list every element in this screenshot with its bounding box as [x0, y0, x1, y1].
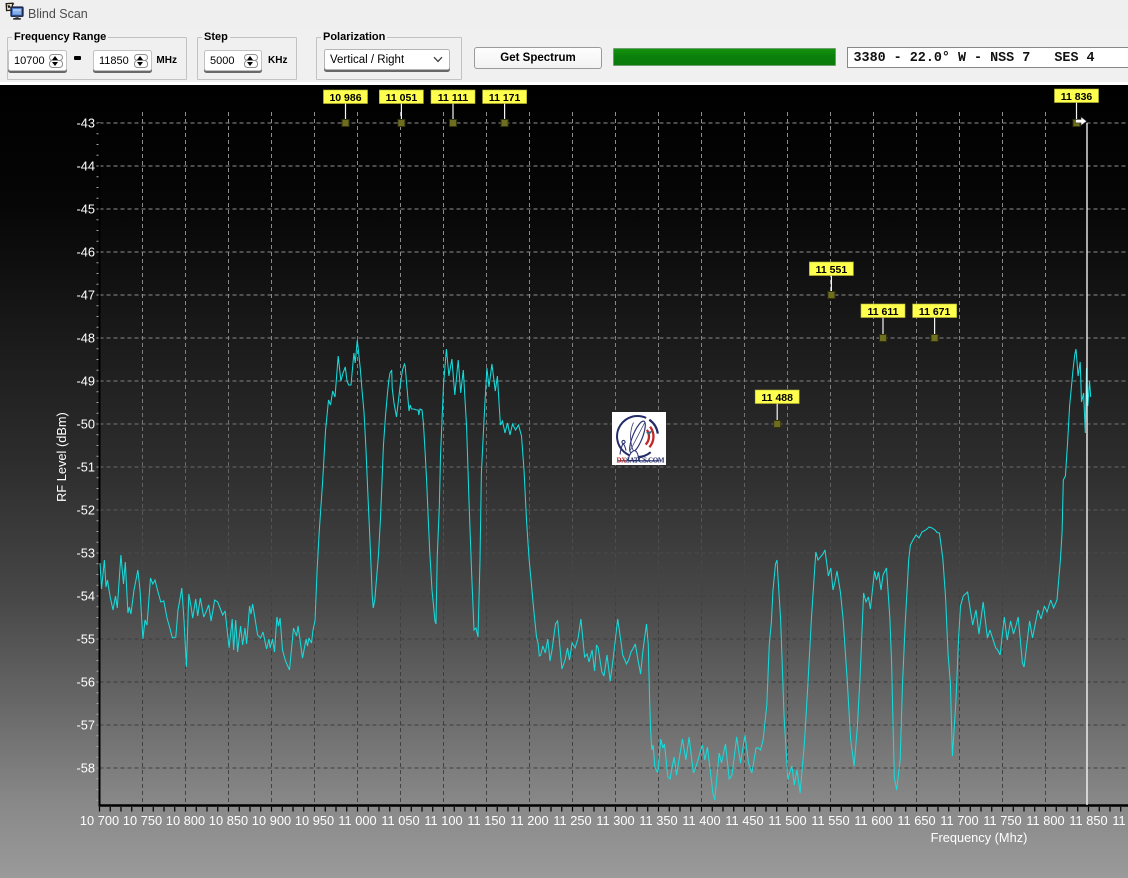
svg-text:11 836: 11 836 — [1061, 91, 1093, 103]
svg-text:11 150: 11 150 — [467, 813, 505, 828]
svg-text:11 000: 11 000 — [338, 813, 376, 828]
svg-text:-45: -45 — [77, 202, 96, 217]
svg-text:10 750: 10 750 — [123, 813, 162, 828]
svg-text:10 900: 10 900 — [252, 813, 291, 828]
svg-text:-43: -43 — [77, 116, 96, 131]
svg-text:SATCS.COM: SATCS.COM — [626, 457, 665, 465]
svg-text:11 900: 11 900 — [1112, 813, 1128, 828]
svg-text:-48: -48 — [77, 331, 96, 346]
svg-text:11 350: 11 350 — [639, 813, 677, 828]
svg-text:10 986: 10 986 — [329, 92, 361, 104]
svg-text:11 300: 11 300 — [596, 813, 634, 828]
svg-text:Frequency (Mhz): Frequency (Mhz) — [931, 830, 1028, 845]
svg-text:11 500: 11 500 — [768, 813, 806, 828]
svg-text:11 200: 11 200 — [510, 813, 548, 828]
svg-text:11 650: 11 650 — [897, 813, 935, 828]
svg-text:10 950: 10 950 — [295, 813, 334, 828]
svg-text:DX: DX — [617, 457, 627, 465]
svg-text:11 551: 11 551 — [816, 264, 848, 276]
svg-text:-57: -57 — [77, 718, 96, 733]
svg-text:-51: -51 — [77, 460, 96, 475]
svg-text:11 400: 11 400 — [682, 813, 720, 828]
svg-text:-44: -44 — [77, 159, 96, 174]
svg-text:11 600: 11 600 — [854, 813, 892, 828]
svg-text:-54: -54 — [77, 589, 96, 604]
svg-text:10 850: 10 850 — [209, 813, 248, 828]
svg-text:-58: -58 — [77, 761, 96, 776]
svg-text:11 488: 11 488 — [761, 392, 793, 404]
svg-text:11 250: 11 250 — [553, 813, 591, 828]
svg-text:11 111: 11 111 — [438, 92, 469, 104]
svg-text:11 100: 11 100 — [424, 813, 462, 828]
svg-text:RF Level (dBm): RF Level (dBm) — [54, 412, 69, 502]
svg-text:-53: -53 — [77, 546, 96, 561]
svg-text:11 611: 11 611 — [868, 306, 899, 318]
svg-text:11 450: 11 450 — [725, 813, 763, 828]
svg-text:-52: -52 — [77, 503, 96, 518]
svg-text:-56: -56 — [77, 675, 96, 690]
svg-text:-55: -55 — [77, 632, 96, 647]
svg-text:11 850: 11 850 — [1069, 813, 1107, 828]
svg-text:-50: -50 — [77, 417, 96, 432]
svg-text:11 171: 11 171 — [489, 92, 521, 104]
svg-text:11 700: 11 700 — [940, 813, 978, 828]
svg-text:11 050: 11 050 — [381, 813, 419, 828]
svg-text:11 750: 11 750 — [983, 813, 1021, 828]
svg-text:10 700: 10 700 — [80, 813, 119, 828]
svg-text:11 550: 11 550 — [811, 813, 849, 828]
svg-text:-49: -49 — [77, 374, 96, 389]
svg-text:10 800: 10 800 — [166, 813, 205, 828]
svg-text:11 671: 11 671 — [919, 306, 951, 318]
svg-text:11 800: 11 800 — [1026, 813, 1064, 828]
svg-text:11 051: 11 051 — [386, 92, 418, 104]
svg-text:-46: -46 — [77, 245, 96, 260]
svg-text:-47: -47 — [77, 288, 96, 303]
